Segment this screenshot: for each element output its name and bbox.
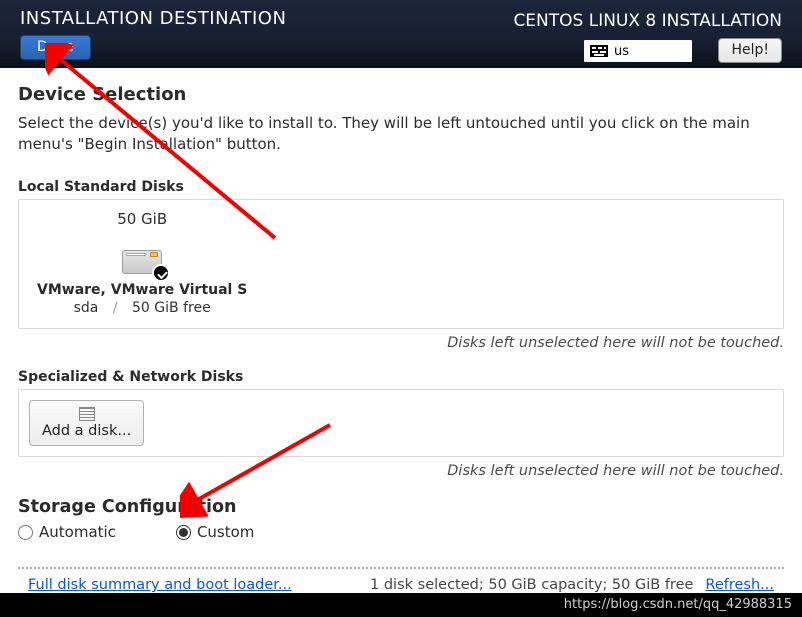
refresh-link[interactable]: Refresh... — [705, 577, 774, 593]
disk-capacity: 50 GiB — [37, 210, 247, 228]
radio-custom-input[interactable] — [176, 525, 191, 540]
device-selection-text: Select the device(s) you'd like to insta… — [18, 113, 784, 155]
disk-free: 50 GiB free — [132, 300, 211, 316]
add-disk-button[interactable]: Add a disk... — [29, 400, 144, 446]
disk-device: sda — [74, 300, 99, 316]
installer-header: INSTALLATION DESTINATION CENTOS LINUX 8 … — [0, 0, 802, 68]
help-button[interactable]: Help! — [718, 38, 782, 63]
disk-subinfo: sda / 50 GiB free — [37, 300, 247, 316]
network-disks-note: Disks left unselected here will not be t… — [18, 463, 784, 479]
installer-title: CENTOS LINUX 8 INSTALLATION — [513, 11, 782, 31]
separator-dotted — [18, 567, 784, 569]
keyboard-layout-selector[interactable]: us — [584, 40, 692, 62]
local-disks-note: Disks left unselected here will not be t… — [18, 335, 784, 351]
storage-config-radios: Automatic Custom — [18, 523, 784, 541]
radio-custom[interactable]: Custom — [176, 523, 254, 541]
keyboard-icon — [590, 45, 608, 57]
network-disks-box: Add a disk... — [18, 389, 784, 457]
watermark-bar: https://blog.csdn.net/qq_42988315 — [0, 593, 802, 617]
main-content: Device Selection Select the device(s) yo… — [0, 68, 802, 603]
drive-list-icon — [79, 407, 95, 421]
network-disks-label: Specialized & Network Disks — [18, 369, 784, 385]
disk-item[interactable]: 50 GiB VMware, VMware Virtual S sda / 50… — [37, 210, 247, 316]
hard-disk-icon — [122, 250, 162, 274]
local-disks-box: 50 GiB VMware, VMware Virtual S sda / 50… — [18, 199, 784, 329]
done-button[interactable]: Done — [20, 35, 91, 60]
radio-automatic-label: Automatic — [39, 523, 116, 541]
add-disk-label: Add a disk... — [42, 423, 131, 439]
check-circle-icon — [152, 264, 170, 282]
keyboard-layout-label: us — [614, 44, 629, 59]
full-disk-summary-link[interactable]: Full disk summary and boot loader... — [28, 577, 292, 593]
storage-config-heading: Storage Configuration — [18, 497, 784, 517]
watermark-text: https://blog.csdn.net/qq_42988315 — [564, 597, 792, 612]
device-selection-heading: Device Selection — [18, 84, 784, 105]
radio-custom-label: Custom — [197, 523, 254, 541]
local-disks-label: Local Standard Disks — [18, 179, 784, 195]
radio-automatic[interactable]: Automatic — [18, 523, 116, 541]
disk-status-text: 1 disk selected; 50 GiB capacity; 50 GiB… — [370, 577, 693, 593]
radio-automatic-input[interactable] — [18, 525, 33, 540]
disk-name: VMware, VMware Virtual S — [37, 282, 247, 298]
